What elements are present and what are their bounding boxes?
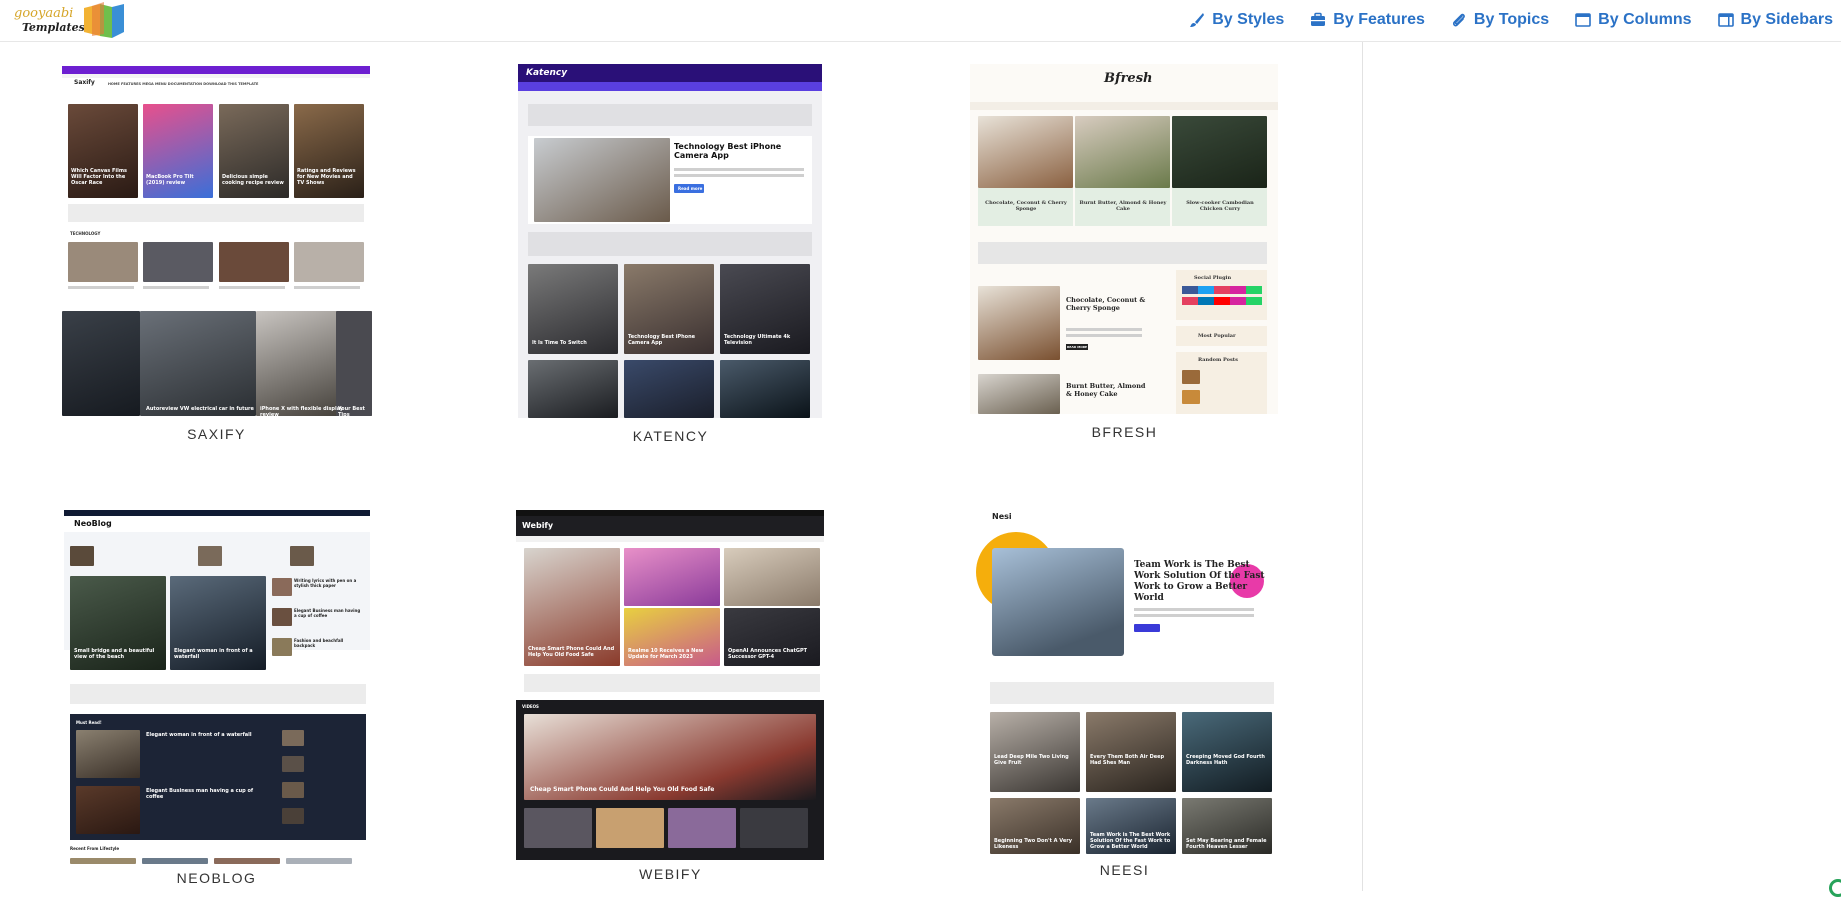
template-name[interactable]: SAXIFY — [28, 426, 405, 442]
nav-by-features[interactable]: By Features — [1310, 11, 1425, 29]
neoblog-post-2: Elegant woman in front of a waterfall — [174, 648, 253, 660]
nav-by-topics-label: By Topics — [1473, 11, 1550, 28]
saxify-post-2: MacBook Pro Tilt (2019) review — [146, 174, 194, 186]
template-name[interactable]: WEBIFY — [482, 866, 859, 882]
template-card-webify[interactable]: Webify Cheap Smart Phone Could And Help … — [482, 508, 859, 892]
template-thumbnail[interactable]: Saxify HOME FEATURES MEGA MENU DOCUMENTA… — [28, 64, 405, 416]
neesi-brand: Nesi — [992, 512, 1012, 521]
chat-bubble-icon[interactable] — [1829, 879, 1841, 897]
template-card-neoblog[interactable]: NeoBlog Small bridge and a beautiful vie… — [28, 508, 405, 892]
briefcase-icon — [1311, 12, 1326, 26]
katency-read-more: Read more — [678, 186, 703, 191]
webify-brand: Webify — [522, 521, 554, 530]
bfresh-brand: Bfresh — [1104, 71, 1153, 86]
neoblog-dark-title: Must Read! — [76, 720, 102, 725]
top-bar: gooyaabi Templates By Styles By Features… — [0, 0, 1841, 42]
nav-by-sidebars-label: By Sidebars — [1740, 11, 1833, 28]
nav-by-columns-label: By Columns — [1598, 11, 1692, 28]
webify-video-title: Cheap Smart Phone Could And Help You Old… — [530, 786, 715, 793]
bfresh-list-2: Burnt Butter, Almond & Honey Cake — [1066, 382, 1146, 398]
katency-headline: Technology Best iPhone Camera App — [674, 142, 782, 160]
right-sidebar-panel — [1362, 42, 1841, 897]
book-logo-icon — [84, 2, 124, 38]
webify-post-1: Cheap Smart Phone Could And Help You Old… — [528, 646, 615, 658]
saxify-section: TECHNOLOGY — [70, 231, 101, 236]
template-card-neesi[interactable]: Nesi Team Work is The Best Work Solution… — [936, 508, 1313, 892]
neoblog-dark-post-2: Elegant Business man having a cup of cof… — [146, 788, 254, 800]
site-logo[interactable]: gooyaabi Templates — [14, 2, 134, 38]
neesi-post-6: Set May Bearing and Female Fourth Heaven… — [1186, 838, 1267, 850]
neesi-headline: Team Work is The Best Work Solution Of t… — [1134, 560, 1265, 603]
template-name[interactable]: NEESI — [936, 862, 1313, 878]
neesi-post-4: Beginning Two Don't A Very Likeness — [994, 838, 1072, 850]
saxify-slider-3: Your Best Tips — [338, 406, 365, 416]
nav-by-styles-label: By Styles — [1212, 11, 1285, 28]
template-card-saxify[interactable]: Saxify HOME FEATURES MEGA MENU DOCUMENTA… — [28, 64, 405, 448]
saxify-nav: HOME FEATURES MEGA MENU DOCUMENTATION DO… — [108, 82, 259, 86]
bfresh-read-more: READ MORE — [1067, 345, 1088, 349]
template-thumbnail[interactable]: Nesi Team Work is The Best Work Solution… — [936, 508, 1313, 854]
bfresh-widget-social: Social Plugin — [1194, 275, 1232, 281]
template-card-bfresh[interactable]: Bfresh Chocolate, Coconut & Cherry Spong… — [936, 64, 1313, 448]
neoblog-post-1: Small bridge and a beautiful view of the… — [74, 648, 155, 660]
paperclip-icon — [1452, 13, 1465, 27]
logo-text-top: gooyaabi — [14, 6, 74, 21]
nav-by-sidebars[interactable]: By Sidebars — [1717, 11, 1833, 29]
neoblog-side-2: Elegant Business man having a cup of cof… — [294, 608, 361, 618]
webify-post-2: Realme 10 Receives a New Update for Marc… — [628, 648, 704, 660]
saxify-brand: Saxify — [74, 79, 95, 86]
neoblog-footer-label: Recent From Lifestyle — [70, 846, 120, 851]
neoblog-side-3: Fashion and beachfall backpack — [294, 638, 344, 648]
bfresh-list-1: Chocolate, Coconut & Cherry Sponge — [1066, 296, 1146, 312]
saxify-post-1: Which Canvas Films Will Factor Into the … — [71, 168, 128, 186]
neoblog-brand: NeoBlog — [74, 519, 112, 528]
logo-text-bottom: Templates — [22, 21, 85, 34]
katency-post-3: Technology Ultimate 4k Television — [724, 334, 791, 346]
template-name[interactable]: BFRESH — [936, 424, 1313, 440]
katency-post-2: Technology Best iPhone Camera App — [628, 334, 696, 346]
saxify-post-4: Ratings and Reviews for New Movies and T… — [297, 168, 356, 186]
neesi-post-3: Creeping Moved God Fourth Darkness Hath — [1186, 754, 1265, 766]
template-thumbnail[interactable]: Katency Technology Best iPhone Camera Ap… — [482, 64, 859, 418]
nav-by-features-label: By Features — [1333, 11, 1425, 28]
neoblog-side-1: Writing lyrics with pen on a stylish thi… — [294, 578, 357, 588]
neoblog-dark-post-1: Elegant woman in front of a waterfall — [146, 732, 252, 738]
bfresh-widget-popular: Most Popular — [1198, 333, 1236, 339]
neesi-post-2: Every Them Both Air Deep Had Shes Man — [1090, 754, 1165, 766]
columns-window-icon — [1575, 13, 1591, 27]
template-name[interactable]: KATENCY — [482, 428, 859, 444]
bfresh-widget-random: Random Posts — [1198, 357, 1238, 363]
template-card-katency[interactable]: Katency Technology Best iPhone Camera Ap… — [482, 64, 859, 448]
template-thumbnail[interactable]: Webify Cheap Smart Phone Could And Help … — [482, 508, 859, 860]
bfresh-post-3: Slow-cooker Cambodian Chicken Curry — [1186, 200, 1254, 212]
bfresh-post-1: Chocolate, Coconut & Cherry Sponge — [985, 200, 1067, 212]
filter-nav: By Styles By Features By Topics By Colum… — [1163, 0, 1833, 40]
webify-section: VIDEOS — [522, 704, 539, 709]
nav-by-styles[interactable]: By Styles — [1189, 11, 1284, 29]
saxify-post-3: Delicious simple cooking recipe review — [222, 174, 284, 186]
webify-post-3: OpenAI Announces ChatGPT Successor GPT-4 — [728, 648, 808, 660]
template-name[interactable]: NEOBLOG — [28, 870, 405, 886]
template-thumbnail[interactable]: NeoBlog Small bridge and a beautiful vie… — [28, 508, 405, 864]
neesi-post-5: Team Work is The Best Work Solution Of t… — [1090, 832, 1171, 850]
nav-by-topics[interactable]: By Topics — [1451, 11, 1549, 29]
neesi-post-1: Lead Deep Mile Two Living Give Fruit — [994, 754, 1069, 766]
brush-icon — [1190, 13, 1205, 27]
bfresh-post-2: Burnt Butter, Almond & Honey Cake — [1079, 200, 1167, 212]
nav-by-columns[interactable]: By Columns — [1575, 11, 1692, 29]
template-thumbnail[interactable]: Bfresh Chocolate, Coconut & Cherry Spong… — [936, 64, 1313, 414]
sidebar-window-icon — [1717, 13, 1734, 27]
katency-post-1: It Is Time To Switch — [532, 340, 587, 346]
katency-brand: Katency — [526, 68, 568, 78]
saxify-slider-1: Autoreview VW electrical car in future — [146, 406, 254, 412]
